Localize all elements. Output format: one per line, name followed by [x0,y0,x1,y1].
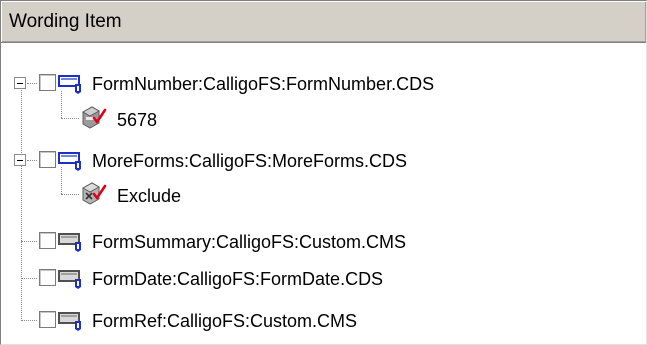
collapse-toggle-icon[interactable] [14,77,26,89]
excluded-field-checked-icon [81,182,107,205]
tree-guide-line [21,320,37,321]
tree-guide-line [21,241,37,242]
tree-item-label: FormDate:CalligoFS:FormDate.CDS [92,269,384,289]
item-checkbox[interactable] [39,74,56,91]
tree-guide-line [27,160,37,161]
tree-guide-line [21,77,22,321]
tree-item-label: FormSummary:CalligoFS:Custom.CMS [92,232,407,252]
wording-item-panel: Wording Item FormNumber:CalligoFS:FormNu… [0,0,647,345]
collapse-toggle-icon[interactable] [14,154,26,166]
tree-item-label: MoreForms:CalligoFS:MoreForms.CDS [92,151,408,171]
blue-doc-link-icon [58,75,81,94]
item-checkbox[interactable] [39,311,56,328]
gray-doc-link-icon [58,270,81,289]
tree-guide-line [21,278,37,279]
value-field-checked-icon [81,106,107,129]
wording-tree: FormNumber:CalligoFS:FormNumber.CDS 5678… [1,1,646,344]
tree-item-label: FormRef:CalligoFS:Custom.CMS [92,311,358,331]
tree-item-label: 5678 [117,110,158,130]
tree-item-label: FormNumber:CalligoFS:FormNumber.CDS [92,74,435,94]
gray-doc-link-icon [58,233,81,252]
item-checkbox[interactable] [39,269,56,286]
tree-guide-line [27,83,37,84]
gray-doc-link-icon [58,312,81,331]
tree-guide-line [61,194,79,195]
item-checkbox[interactable] [39,151,56,168]
tree-item-label: Exclude [117,186,182,206]
tree-guide-line [61,118,79,119]
blue-doc-link-icon [58,152,81,171]
item-checkbox[interactable] [39,232,56,249]
